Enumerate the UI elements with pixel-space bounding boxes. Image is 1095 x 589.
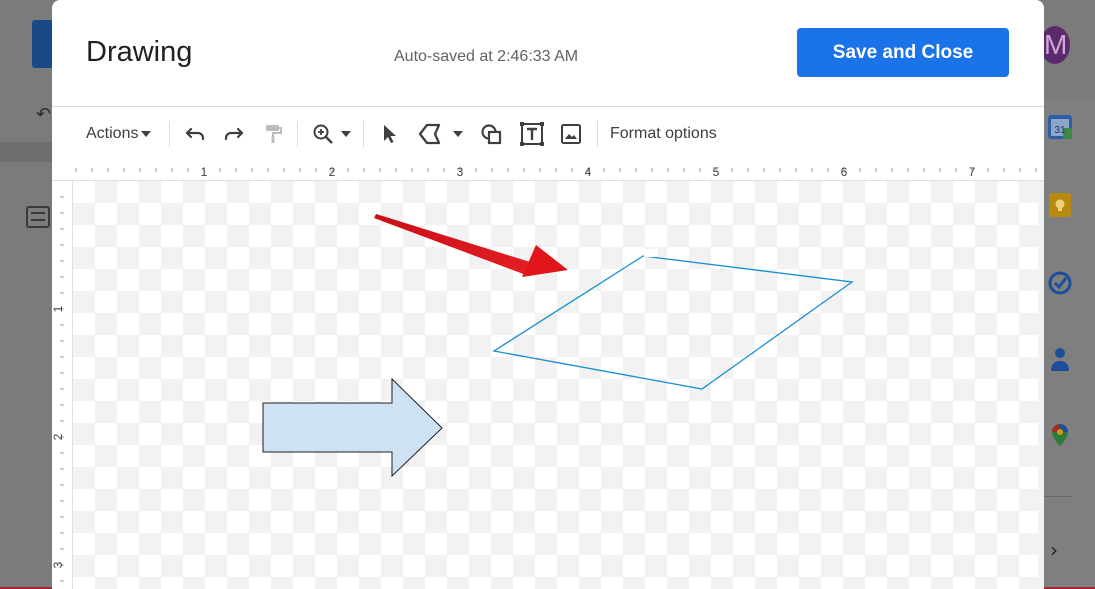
docs-logo-icon (32, 20, 54, 68)
toolbar-separator (597, 121, 598, 147)
select-button[interactable] (375, 120, 403, 148)
image-icon (561, 124, 581, 144)
select-icon (384, 125, 396, 143)
drawing-canvas[interactable] (73, 181, 1038, 589)
dialog-title: Drawing (86, 36, 193, 68)
drawing-dialog: Drawing Auto-saved at 2:46:33 AM Save an… (52, 0, 1044, 589)
calendar-icon[interactable]: 31 (1047, 114, 1073, 140)
format-options-label: Format options (610, 125, 717, 142)
toolbar-separator (297, 121, 298, 147)
ruler-label: 4 (585, 165, 592, 179)
ruler-label: 2 (329, 165, 336, 179)
image-button[interactable] (557, 120, 585, 148)
paint-format-button[interactable] (259, 120, 287, 148)
contacts-icon[interactable] (1047, 346, 1073, 372)
canvas-scrollbar[interactable] (1038, 181, 1044, 589)
redo-icon (224, 127, 244, 141)
avatar[interactable]: M (1040, 26, 1070, 64)
chevron-down-icon (453, 131, 463, 137)
redo-button[interactable] (220, 120, 248, 148)
horizontal-ruler-ticks: 1 2 3 4 5 6 7 (75, 165, 1037, 179)
ruler-label: 3 (457, 165, 464, 179)
background-undo-icon: ↶ (36, 104, 52, 125)
document-outline-icon (26, 206, 50, 228)
line-menu[interactable] (414, 120, 466, 148)
drawing-toolbar: Actions Format options (52, 108, 1044, 161)
vertical-ruler: 1 2 3 (52, 181, 73, 589)
undo-button[interactable] (181, 120, 209, 148)
dialog-header: Drawing Auto-saved at 2:46:33 AM Save an… (52, 0, 1044, 107)
chevron-down-icon (141, 131, 152, 137)
toolbar-separator (169, 121, 170, 147)
ruler-label: 1 (52, 305, 65, 312)
text-box-button[interactable] (518, 120, 546, 148)
horizontal-ruler: 1 2 3 4 5 6 7 (52, 161, 1044, 181)
zoom-menu[interactable] (308, 120, 354, 148)
tasks-icon[interactable] (1047, 270, 1073, 296)
keep-icon[interactable] (1047, 192, 1073, 218)
vertical-ruler-ticks: 1 2 3 (52, 196, 65, 582)
chevron-right-icon[interactable]: › (1050, 538, 1058, 562)
side-panel-divider (1044, 496, 1072, 497)
line-icon (418, 123, 441, 145)
actions-label: Actions (86, 125, 139, 142)
undo-icon (185, 127, 205, 141)
zoom-icon (313, 124, 333, 144)
ruler-label: 7 (969, 165, 976, 179)
format-options-button[interactable]: Format options (610, 120, 717, 148)
shape-button[interactable] (477, 120, 505, 148)
ruler-label: 2 (52, 433, 65, 440)
maps-icon[interactable] (1047, 422, 1073, 448)
save-and-close-button[interactable]: Save and Close (797, 28, 1009, 77)
chevron-down-icon (341, 131, 351, 137)
shape-icon (481, 124, 502, 145)
toolbar-separator (363, 121, 364, 147)
ruler-label: 5 (713, 165, 720, 179)
autosave-status: Auto-saved at 2:46:33 AM (394, 48, 579, 65)
text-box-icon (520, 122, 544, 146)
ruler-label: 6 (841, 165, 848, 179)
ruler-label: 3 (52, 561, 65, 568)
calendar-day: 31 (1054, 125, 1066, 136)
side-panel (1044, 100, 1095, 589)
ruler-label: 1 (201, 165, 208, 179)
paint-format-icon (266, 125, 282, 143)
actions-menu[interactable]: Actions (86, 120, 152, 148)
